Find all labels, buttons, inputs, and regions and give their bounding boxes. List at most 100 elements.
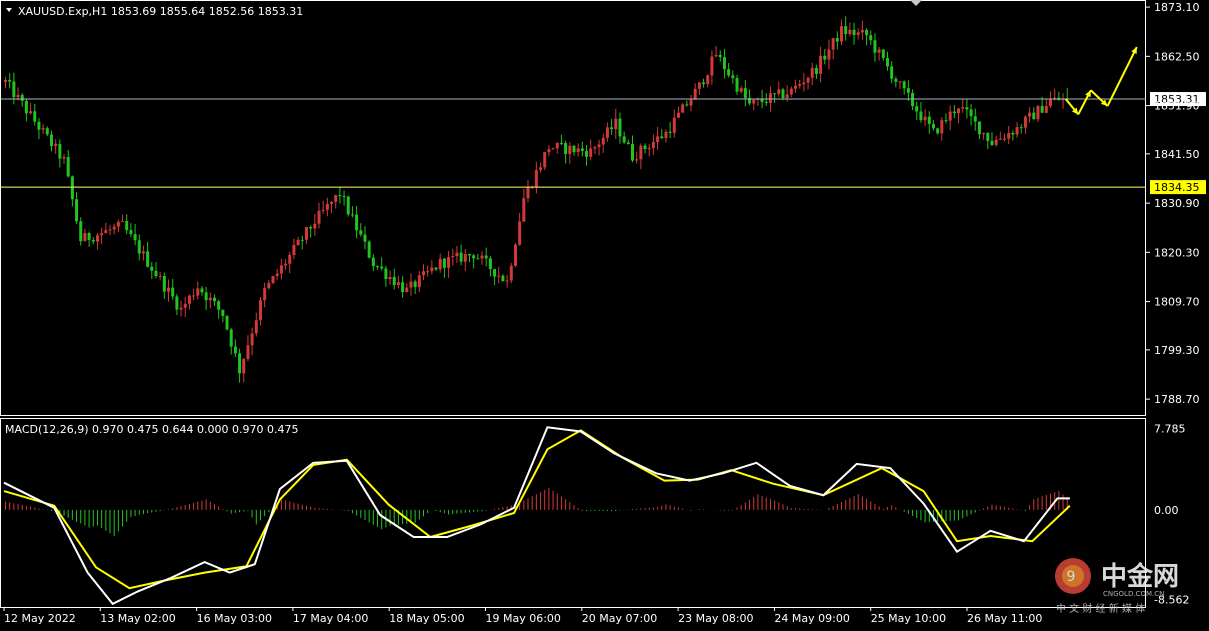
candle-body [840,26,843,42]
candle-body [317,210,321,224]
time-tick-label: 12 May 2022 [4,612,76,625]
candle-body [534,170,538,187]
price-tick-label: 1820.30 [1154,246,1200,259]
time-tick-label: 26 May 11:00 [967,612,1042,625]
candle-body [844,26,848,35]
scroll-marker-icon[interactable] [910,0,922,6]
candle-body [559,143,563,145]
candle-body [45,128,49,135]
candle-body [459,252,463,262]
candle-body [162,275,166,292]
candle-body [246,345,250,359]
candle-body [551,148,555,150]
candle-body [388,276,392,280]
candle-body [384,268,388,280]
candle-body [505,280,509,282]
candle-body [258,300,262,321]
candle-body [284,263,288,266]
candle-body [108,229,112,231]
candle-body [392,276,396,286]
candle-body [735,77,739,92]
macd-tick-label: 0.00 [1154,504,1179,517]
candle-body [300,239,304,241]
candle-body [20,94,24,101]
candle-body [158,275,162,277]
candle-body [238,353,242,374]
candle-body [112,226,116,230]
candle-body [275,273,279,277]
candle-body [860,29,864,33]
trading-chart: 1853.31 1834.35 1873.10 1862.50 1851.90 1841… [0,0,1209,627]
candle-body [484,255,488,259]
candle-body [957,108,961,114]
level-tag-label: 1834.35 [1154,181,1200,194]
candle-body [768,93,772,103]
time-tick-label: 23 May 08:00 [678,612,753,625]
candle-body [472,255,476,259]
candle-body [664,131,668,139]
candle-body [480,255,484,259]
candle-body [442,258,446,268]
candle-body [848,29,852,35]
candle-body [585,150,589,157]
candle-body [279,265,283,274]
candle-body [225,316,229,330]
candle-body [977,121,981,135]
candles-layer [4,16,1069,383]
candle-body [171,287,175,297]
candle-body [467,254,471,256]
candle-body [367,241,371,258]
macd-main-line [3,426,1070,606]
candle-body [196,288,200,296]
candle-body [635,159,639,161]
candle-body [91,240,95,242]
candle-body [894,78,898,82]
candle-body [501,275,505,281]
candle-body [965,107,969,110]
candle-body [982,133,986,135]
candle-body [873,40,877,53]
candle-body [777,89,781,94]
candle-body [8,80,12,82]
watermark: 9 中金网 CNGOLD.COM.CN 中 文 财 经 新 媒 体 [1055,558,1179,615]
price-panel-frame [0,0,1146,416]
candle-body [146,251,150,267]
price-tick-label: 1799.30 [1154,344,1200,357]
candle-body [29,111,33,114]
candle-body [685,104,689,106]
candle-body [430,267,434,272]
candle-body [681,104,685,113]
candle-body [4,80,7,82]
candle-body [49,134,53,147]
price-tick-label: 1830.90 [1154,197,1200,210]
candle-body [676,112,680,118]
candle-body [192,295,196,297]
candle-body [881,49,885,58]
candle-body [217,301,221,310]
candle-body [1049,99,1052,107]
candle-body [24,100,28,114]
candle-body [998,138,1002,140]
candle-body [647,148,651,150]
watermark-domain: CNGOLD.COM.CN [1103,590,1164,598]
candle-body [187,295,191,304]
candle-body [325,203,329,210]
dropdown-triangle-icon[interactable] [6,8,12,12]
time-tick-label: 20 May 07:00 [582,612,657,625]
candle-body [175,296,179,310]
candle-body [940,120,944,134]
candle-body [576,148,580,153]
candle-body [213,297,216,302]
candle-body [568,145,572,155]
candle-body [1019,127,1023,129]
candle-body [597,144,601,148]
candle-body [727,69,731,76]
candle-body [41,128,45,130]
candle-body [785,94,789,98]
candle-body [605,127,609,138]
candle-body [722,57,726,70]
candle-body [121,220,125,222]
candle-body [689,99,693,106]
candle-body [810,67,814,78]
candle-body [422,271,425,276]
